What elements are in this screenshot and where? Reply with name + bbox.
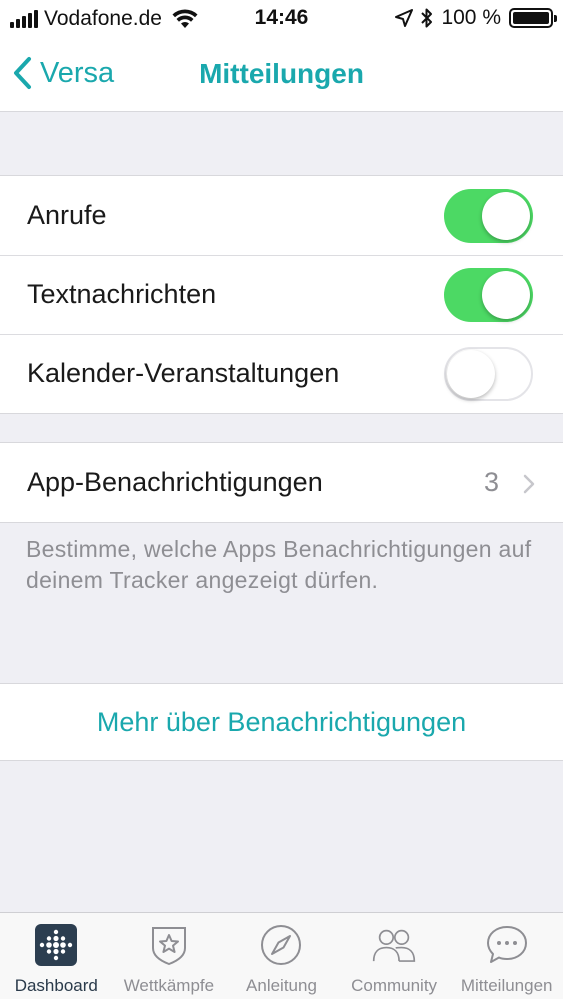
toggle-knob [482, 271, 530, 319]
app-notifications-label: App-Benachrichtigungen [27, 467, 323, 497]
navigation-bar: Versa Mitteilungen [0, 38, 563, 112]
tab-community[interactable]: Community [338, 913, 451, 999]
toggle-knob [482, 192, 530, 240]
text-messages-toggle[interactable] [444, 268, 533, 322]
compass-icon [259, 923, 303, 967]
tab-guide[interactable]: Anleitung [225, 913, 338, 999]
tab-label: Wettkämpfe [123, 976, 215, 995]
row-text-messages: Textnachrichten [0, 255, 563, 334]
tab-label: Mitteilungen [460, 976, 553, 995]
tab-label: Dashboard [14, 976, 98, 995]
tab-dashboard[interactable]: Dashboard [0, 913, 113, 999]
more-about-notifications-link[interactable]: Mehr über Benachrichtigungen [0, 684, 563, 760]
status-right: 100 % [395, 6, 557, 30]
status-bar: Vodafone.de 14:46 100 % [0, 0, 563, 38]
row-calls: Anrufe [0, 176, 563, 255]
tab-notifications[interactable]: Mitteilungen [450, 913, 563, 999]
calls-label: Anrufe [27, 200, 107, 230]
tab-label: Anleitung [246, 976, 317, 995]
calendar-events-toggle[interactable] [444, 347, 533, 401]
app-notifications-row[interactable]: App-Benachrichtigungen 3 [0, 443, 563, 522]
tab-label: Community [351, 976, 438, 995]
battery-percentage: 100 % [441, 6, 501, 29]
bluetooth-icon [421, 8, 433, 28]
text-messages-label: Textnachrichten [27, 279, 217, 309]
page-title: Mitteilungen [199, 58, 364, 89]
more-link-label: Mehr über Benachrichtigungen [96, 706, 467, 737]
tab-challenges[interactable]: Wettkämpfe [113, 913, 226, 999]
chat-bubble-icon [485, 923, 529, 967]
battery-icon [509, 8, 557, 28]
app-notifications-group: App-Benachrichtigungen 3 [0, 442, 563, 523]
challenges-star-icon [147, 923, 191, 967]
location-arrow-icon [395, 9, 414, 27]
app-notifications-count: 3 [483, 467, 499, 497]
screen: Vodafone.de 14:46 100 % Versa Mitteilung… [0, 0, 563, 999]
calendar-events-label: Kalender-Veranstaltungen [27, 358, 340, 388]
more-info-group: Mehr über Benachrichtigungen [0, 683, 563, 761]
calls-toggle[interactable] [444, 189, 533, 243]
notification-toggles-group: Anrufe Textnachrichten Kalender-Veransta… [0, 175, 563, 414]
chevron-right-icon [523, 474, 535, 494]
row-calendar-events: Kalender-Veranstaltungen [0, 334, 563, 413]
dashboard-icon [34, 923, 78, 967]
community-people-icon [372, 923, 416, 967]
footnote-text: Bestimme, welche Apps Benachrichtigungen… [26, 536, 532, 593]
toggle-knob [447, 350, 495, 398]
tab-bar: Dashboard Wettkämpfe Anleitung Community… [0, 912, 563, 999]
